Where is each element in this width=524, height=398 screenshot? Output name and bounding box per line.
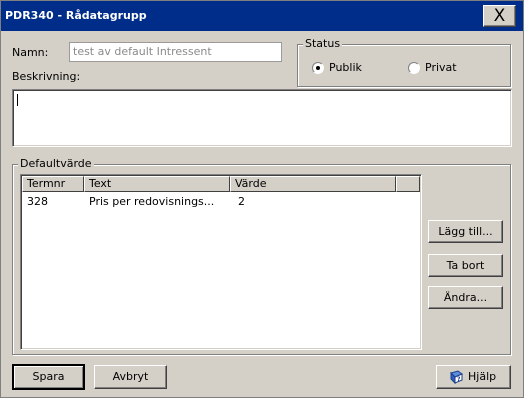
- description-label: Beskrivning:: [12, 70, 81, 83]
- column-header-termnr[interactable]: Termnr: [22, 176, 84, 192]
- table-row[interactable]: 328 Pris per redovisnings... 2: [22, 195, 420, 211]
- column-header-filler: [396, 176, 420, 192]
- title-bar[interactable]: PDR340 - Rådatagrupp X: [1, 1, 523, 31]
- save-button-label: Spara: [32, 370, 65, 383]
- table-header: Termnr Text Värde: [22, 176, 420, 192]
- cancel-button-label: Avbryt: [112, 370, 149, 383]
- column-header-text[interactable]: Text: [84, 176, 230, 192]
- cell-termnr: 328: [27, 195, 48, 208]
- radio-privat[interactable]: [408, 62, 420, 74]
- cancel-button[interactable]: Avbryt: [94, 365, 167, 389]
- help-button[interactable]: ? Hjälp: [436, 365, 511, 389]
- dialog-window: PDR340 - Rådatagrupp X Namn: test av def…: [0, 0, 524, 398]
- help-button-label: Hjälp: [468, 370, 497, 383]
- close-icon: X: [493, 6, 506, 26]
- name-field[interactable]: test av default Intressent: [69, 42, 282, 62]
- add-button-label: Lägg till...: [438, 225, 493, 238]
- radio-privat-label[interactable]: Privat: [425, 61, 457, 74]
- cell-varde: 2: [238, 195, 245, 208]
- cell-text: Pris per redovisnings...: [89, 195, 215, 208]
- edit-button[interactable]: Ändra...: [428, 286, 503, 309]
- save-button[interactable]: Spara: [12, 364, 85, 390]
- remove-button-label: Ta bort: [446, 259, 485, 272]
- text-caret: [17, 94, 18, 106]
- window-title: PDR340 - Rådatagrupp: [5, 9, 147, 22]
- close-button[interactable]: X: [483, 5, 516, 27]
- remove-button[interactable]: Ta bort: [428, 254, 503, 277]
- radio-publik-label[interactable]: Publik: [329, 61, 362, 74]
- add-button[interactable]: Lägg till...: [428, 220, 503, 243]
- svg-text:?: ?: [457, 376, 461, 383]
- status-legend: Status: [303, 37, 343, 50]
- defaults-legend: Defaultvärde: [18, 157, 94, 170]
- defaults-table[interactable]: Termnr Text Värde 328 Pris per redovisni…: [20, 174, 422, 350]
- radio-publik[interactable]: [312, 62, 324, 74]
- description-textarea[interactable]: [12, 89, 512, 147]
- help-book-icon: ?: [450, 370, 463, 384]
- name-field-value: test av default Intressent: [73, 45, 212, 58]
- column-header-varde[interactable]: Värde: [230, 176, 396, 192]
- edit-button-label: Ändra...: [443, 291, 488, 304]
- radio-selected-dot: [316, 66, 320, 70]
- name-label: Namn:: [12, 46, 49, 59]
